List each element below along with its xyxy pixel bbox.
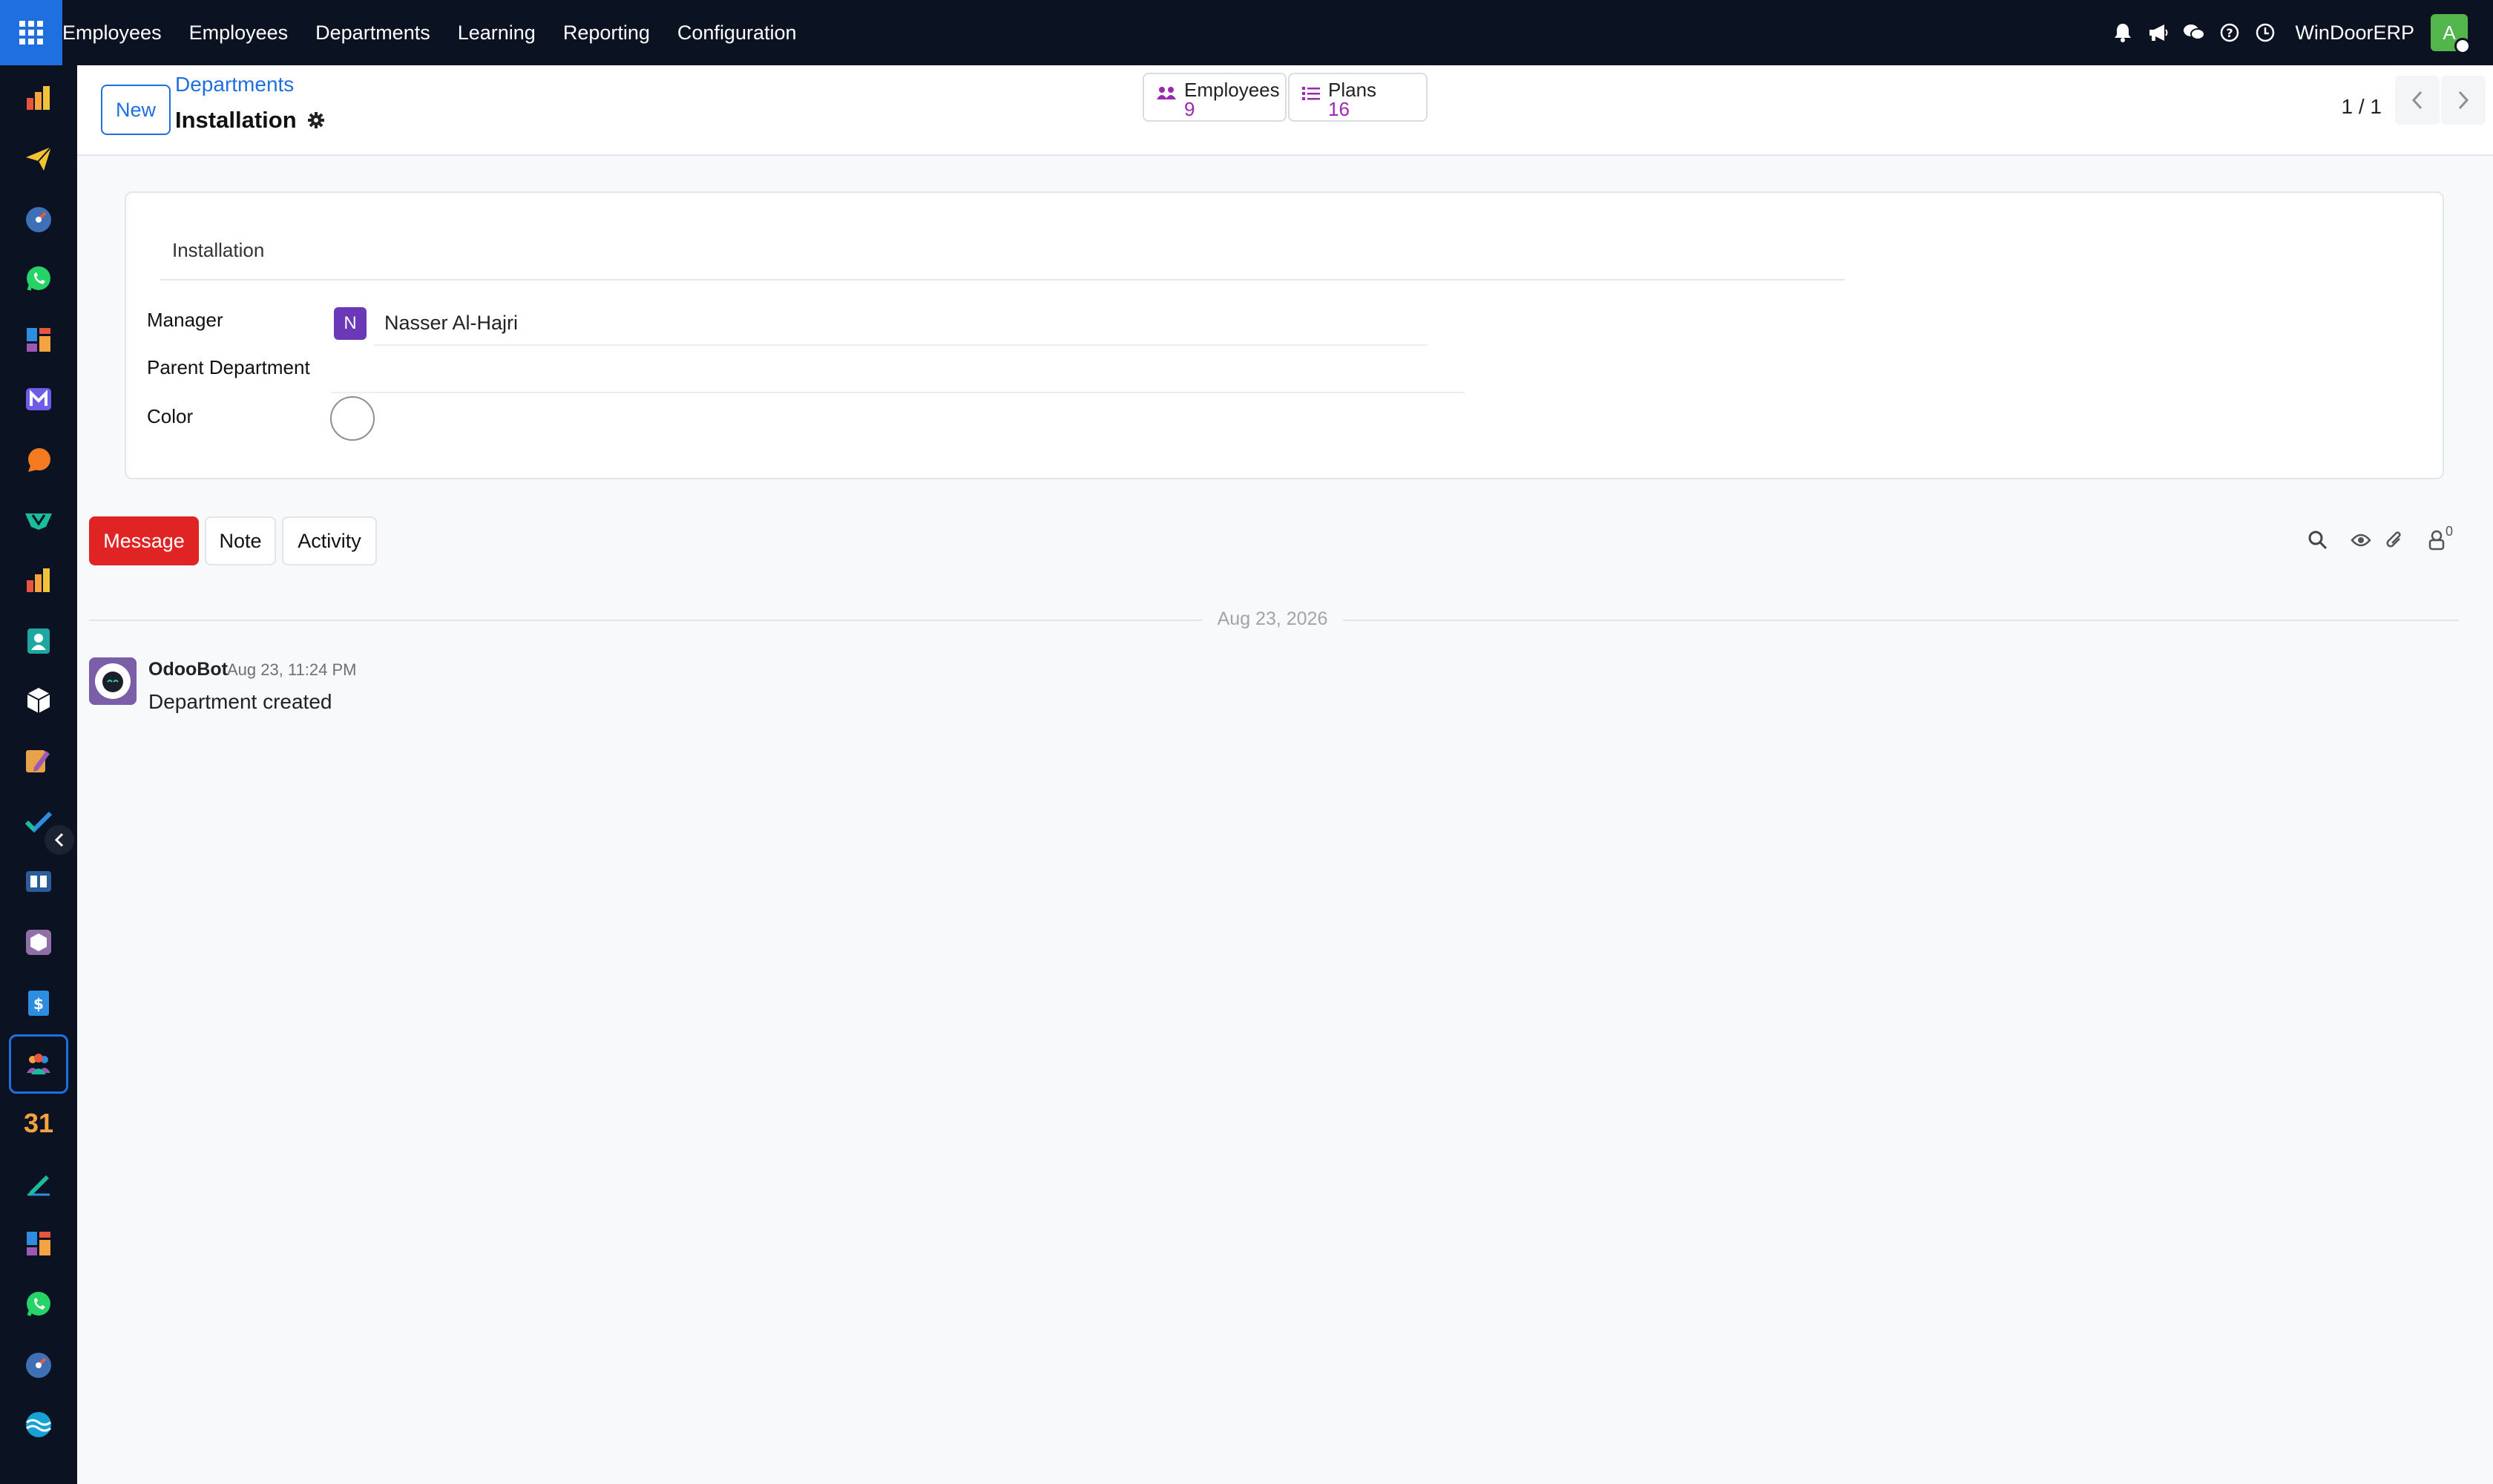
mail-app-icon[interactable] — [16, 377, 61, 421]
dashboard-app-icon[interactable] — [16, 1221, 61, 1266]
odoobot-avatar — [89, 657, 137, 705]
employees-smart-button[interactable]: Employees 9 — [1143, 73, 1287, 122]
eye-icon[interactable] — [2346, 525, 2376, 555]
pager-previous-button[interactable] — [2395, 76, 2440, 125]
manager-field[interactable]: Nasser Al-Hajri — [384, 312, 518, 335]
menu-reporting[interactable]: Reporting — [563, 22, 650, 45]
new-button[interactable]: New — [101, 85, 171, 135]
pager-value[interactable]: 1 / 1 — [2342, 95, 2382, 119]
message-date: Aug 23, 11:24 PM — [227, 660, 357, 679]
pager-next-button[interactable] — [2441, 76, 2486, 125]
plans-smart-count: 16 — [1328, 98, 1350, 120]
plans-smart-label: Plans — [1328, 79, 1377, 101]
menu-configuration[interactable]: Configuration — [677, 22, 797, 45]
followers-count: 0 — [2446, 524, 2454, 539]
whatsapp-app-icon[interactable] — [16, 1282, 61, 1327]
color-label: Color — [147, 405, 194, 427]
log-note-button[interactable]: Note — [205, 516, 276, 565]
gear-icon[interactable] — [307, 111, 325, 129]
chart-app-icon[interactable] — [16, 76, 61, 120]
user-initial: A — [2443, 21, 2456, 44]
date-separator: Aug 23, 2026 — [1217, 608, 1328, 629]
form-sheet: Installation Manager N Nasser Al-Hajri P… — [125, 191, 2444, 479]
svg-text:?: ? — [2227, 26, 2233, 40]
contacts-app-icon[interactable] — [16, 619, 61, 663]
manager-label: Manager — [147, 309, 223, 331]
book-app-icon[interactable] — [16, 859, 61, 904]
parent-department-label: Parent Department — [147, 356, 310, 378]
menu-learning[interactable]: Learning — [458, 22, 536, 45]
date-separator-line-left — [89, 620, 1202, 621]
main-menu: Employees Employees Departments Learning… — [62, 0, 824, 65]
employees-smart-count: 9 — [1184, 98, 1195, 120]
pen-app-icon[interactable] — [16, 739, 61, 784]
calendar-app-icon[interactable]: 31 — [16, 1101, 61, 1146]
manager-underline — [374, 344, 1428, 346]
menu-employees[interactable]: Employees — [189, 22, 289, 45]
send-message-button[interactable]: Message — [89, 516, 199, 565]
apps-sidebar: $31 — [0, 65, 77, 1484]
breadcrumb-departments[interactable]: Departments — [175, 73, 294, 96]
paperclip-icon[interactable] — [2380, 525, 2410, 555]
chat-app-icon[interactable] — [16, 438, 61, 482]
megaphone-icon[interactable] — [2141, 0, 2176, 65]
whatsapp-app-icon[interactable] — [16, 257, 61, 301]
presence-dot — [2454, 38, 2471, 54]
record-title: Installation — [175, 107, 325, 134]
grid-icon — [19, 21, 43, 45]
gauge-app-icon[interactable] — [16, 1343, 61, 1388]
ticket-app-icon[interactable] — [16, 497, 61, 542]
employees-smart-label: Employees — [1184, 79, 1280, 101]
systray: ? WinDoorERP A — [2105, 0, 2493, 65]
clock-icon[interactable] — [2247, 0, 2283, 65]
collapse-sidebar-button[interactable] — [45, 825, 74, 855]
search-icon[interactable] — [2303, 525, 2333, 555]
bell-icon[interactable] — [2105, 0, 2141, 65]
control-panel: New Departments Installation Employees 9… — [77, 65, 2493, 156]
color-picker[interactable] — [330, 396, 375, 441]
chevron-right-icon — [2458, 91, 2469, 110]
message-body: Department created — [148, 690, 332, 713]
department-name-input[interactable]: Installation — [172, 239, 264, 262]
company-name[interactable]: WinDoorERP — [2295, 22, 2414, 45]
svg-text:$: $ — [33, 995, 44, 1013]
schedule-activity-button[interactable]: Activity — [282, 516, 377, 565]
app-menu-button[interactable] — [0, 0, 62, 65]
chevron-left-icon — [54, 833, 64, 847]
box-app-icon[interactable] — [16, 920, 61, 965]
employees-app-icon[interactable] — [9, 1034, 68, 1094]
menu-departments[interactable]: Departments — [315, 22, 430, 45]
cube-app-icon[interactable] — [16, 678, 61, 723]
calendar-day-label: 31 — [23, 1108, 54, 1138]
send-app-icon[interactable] — [16, 137, 61, 181]
dashboard-app-icon[interactable] — [16, 318, 61, 362]
help-icon[interactable]: ? — [2212, 0, 2247, 65]
users-icon — [1156, 85, 1177, 106]
invoice-app-icon[interactable]: $ — [16, 981, 61, 1025]
gauge-app-icon[interactable] — [16, 197, 61, 242]
top-navbar: Employees Employees Departments Learning… — [0, 0, 2493, 65]
date-separator-line-right — [1343, 620, 2459, 621]
name-underline — [160, 279, 1845, 280]
chat-bubbles-icon[interactable] — [2176, 0, 2212, 65]
plans-smart-button[interactable]: Plans 16 — [1288, 73, 1428, 122]
user-avatar[interactable]: A — [2431, 14, 2471, 54]
manager-avatar: N — [334, 307, 367, 340]
record-title-text: Installation — [175, 107, 297, 133]
chevron-left-icon — [2411, 91, 2423, 110]
wave-app-icon[interactable] — [16, 1402, 61, 1447]
message-author[interactable]: OdooBot — [148, 659, 228, 680]
menu-app-name[interactable]: Employees — [62, 22, 162, 45]
list-icon — [1301, 85, 1321, 106]
chart-app-icon[interactable] — [16, 558, 61, 603]
sign-app-icon[interactable] — [16, 1162, 61, 1206]
parent-department-field[interactable] — [331, 392, 1465, 393]
